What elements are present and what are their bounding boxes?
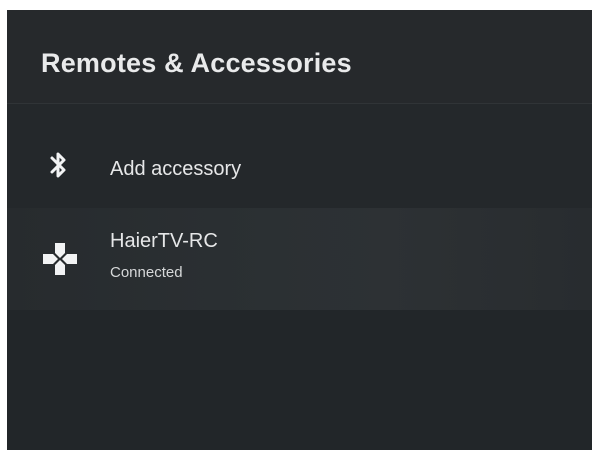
header-divider [7,103,592,104]
gamepad-icon [43,243,77,275]
add-accessory-label: Add accessory [110,158,242,180]
device-status: Connected [110,264,183,281]
add-accessory-item[interactable]: Add accessory [7,128,592,198]
paired-device-item[interactable]: HaierTV-RC Connected [7,208,592,310]
panel-header: Remotes & Accessories [7,10,592,103]
device-name: HaierTV-RC [110,230,218,252]
settings-panel: Remotes & Accessories Add accessory Haie… [7,10,592,450]
empty-area [7,310,592,450]
bluetooth-icon [50,152,66,178]
page-title: Remotes & Accessories [41,48,352,78]
